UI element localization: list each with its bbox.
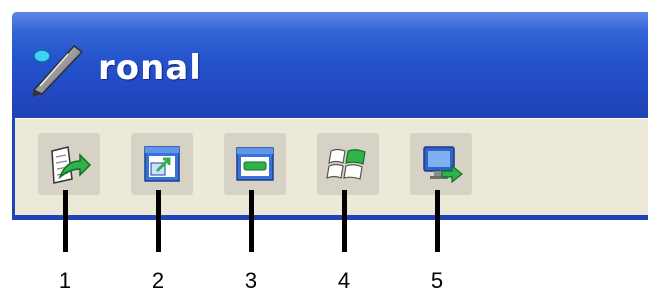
callout-line-2	[156, 190, 161, 252]
switch-monitor-button[interactable]	[410, 133, 472, 195]
title-bar[interactable]: ronal	[12, 12, 648, 118]
window-title: ronal	[98, 48, 202, 88]
callout-line-5	[435, 190, 440, 252]
callout-number-3: 3	[244, 268, 258, 293]
minimize-window-icon	[236, 147, 274, 181]
callout-number-1: 1	[58, 268, 72, 293]
open-document-button[interactable]	[38, 133, 100, 195]
minimize-window-button[interactable]	[224, 133, 286, 195]
callout-line-4	[342, 190, 347, 252]
callout-line-3	[249, 190, 254, 252]
screenshot-canvas: ronal 1 2 3 4 5	[0, 0, 648, 299]
toolbar	[15, 118, 648, 215]
windows-button[interactable]	[317, 133, 379, 195]
callout-number-4: 4	[337, 268, 351, 293]
windows-logo-icon	[326, 148, 366, 180]
callout-number-5: 5	[430, 268, 444, 293]
callout-line-1	[63, 190, 68, 252]
monitor-arrow-icon	[423, 146, 463, 184]
window-arrow-out-icon	[144, 146, 180, 182]
callout-number-2: 2	[151, 268, 165, 293]
pen-icon	[26, 40, 88, 98]
app-window: ronal	[12, 12, 648, 220]
restore-window-button[interactable]	[131, 133, 193, 195]
open-document-arrow-icon	[51, 146, 92, 184]
